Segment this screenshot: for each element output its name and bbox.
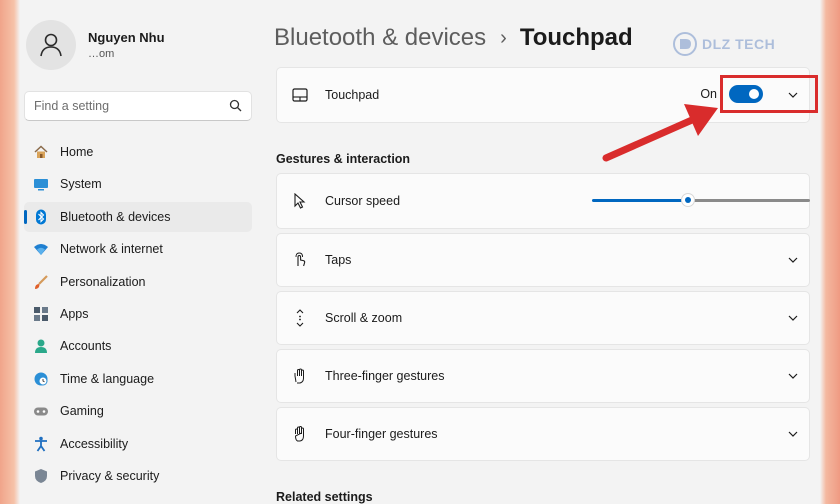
clock-globe-icon xyxy=(32,370,50,388)
search-icon[interactable] xyxy=(228,98,244,114)
avatar xyxy=(26,20,76,70)
sidebar-item-gaming[interactable]: Gaming xyxy=(24,396,252,426)
chevron-down-icon[interactable] xyxy=(787,370,799,382)
page-title: Touchpad xyxy=(519,24,633,51)
chevron-down-icon[interactable] xyxy=(787,428,799,440)
scroll-arrows-icon xyxy=(291,309,309,327)
wifi-icon xyxy=(32,240,50,258)
watermark-text: DLZ TECH xyxy=(702,36,776,52)
highlight-box xyxy=(720,75,818,113)
sidebar-nav: Home System Bluetooth & devices Network … xyxy=(24,137,252,493)
user-profile[interactable]: Nguyen Nhu …om xyxy=(26,20,165,70)
chevron-down-icon[interactable] xyxy=(787,254,799,266)
scroll-zoom-label: Scroll & zoom xyxy=(325,311,403,325)
brush-icon xyxy=(32,273,50,291)
sidebar-item-label: Accessibility xyxy=(60,436,129,451)
sidebar-item-privacy-security[interactable]: Privacy & security xyxy=(24,461,252,491)
apps-icon xyxy=(32,305,50,323)
search-box[interactable] xyxy=(24,91,252,121)
search-input[interactable] xyxy=(25,92,224,120)
person-icon xyxy=(40,33,62,57)
user-email: …om xyxy=(88,48,115,60)
sidebar-item-label: Gaming xyxy=(60,404,104,419)
account-icon xyxy=(32,337,50,355)
sidebar-item-label: Personalization xyxy=(60,274,146,289)
three-finger-label: Three-finger gestures xyxy=(325,369,445,383)
four-finger-card[interactable]: Four-finger gestures xyxy=(276,407,810,461)
user-name: Nguyen Nhu xyxy=(88,30,165,45)
section-title: Gestures & interaction xyxy=(276,152,411,166)
sidebar-item-label: Accounts xyxy=(60,339,112,354)
taps-card[interactable]: Taps xyxy=(276,233,810,287)
slider-track-fill xyxy=(592,199,688,202)
four-finger-hand-icon xyxy=(291,425,309,443)
cursor-icon xyxy=(291,192,309,210)
sidebar-item-home[interactable]: Home xyxy=(24,137,252,167)
sidebar-item-label: Privacy & security xyxy=(60,468,160,483)
scroll-zoom-card[interactable]: Scroll & zoom xyxy=(276,291,810,345)
breadcrumb: Bluetooth & devices › Touchpad xyxy=(274,24,633,52)
slider-thumb[interactable] xyxy=(681,193,695,207)
four-finger-label: Four-finger gestures xyxy=(325,427,438,441)
three-finger-hand-icon xyxy=(291,367,309,385)
sidebar-item-time-language[interactable]: Time & language xyxy=(24,364,252,394)
sidebar-item-network[interactable]: Network & internet xyxy=(24,234,252,264)
tap-icon xyxy=(291,251,309,269)
red-arrow-annotation xyxy=(602,104,718,162)
watermark-logo-icon xyxy=(673,32,697,56)
gamepad-icon xyxy=(32,402,50,420)
home-icon xyxy=(32,143,50,161)
chevron-down-icon[interactable] xyxy=(787,312,799,324)
taps-label: Taps xyxy=(325,253,352,267)
watermark-logo: DLZ TECH xyxy=(672,28,796,60)
sidebar-item-label: System xyxy=(60,177,102,192)
shield-icon xyxy=(32,467,50,485)
touchpad-label: Touchpad xyxy=(325,88,380,102)
breadcrumb-parent-link[interactable]: Bluetooth & devices xyxy=(274,24,486,52)
settings-window: Nguyen Nhu …om Home System B xyxy=(20,0,820,504)
slider-track xyxy=(688,199,810,202)
sidebar-item-label: Apps xyxy=(60,306,89,321)
sidebar-item-label: Bluetooth & devices xyxy=(60,209,171,224)
related-settings-title: Related settings xyxy=(276,490,373,504)
breadcrumb-separator: › xyxy=(500,26,507,49)
bluetooth-icon xyxy=(32,208,50,226)
sidebar-item-personalization[interactable]: Personalization xyxy=(24,267,252,297)
sidebar-item-accounts[interactable]: Accounts xyxy=(24,331,252,361)
sidebar-item-label: Time & language xyxy=(60,371,155,386)
sidebar-item-label: Network & internet xyxy=(60,242,163,257)
sidebar-item-accessibility[interactable]: Accessibility xyxy=(24,429,252,459)
sidebar-item-apps[interactable]: Apps xyxy=(24,299,252,329)
three-finger-card[interactable]: Three-finger gestures xyxy=(276,349,810,403)
touchpad-icon xyxy=(291,86,309,104)
cursor-speed-slider[interactable] xyxy=(592,193,810,207)
cursor-speed-label: Cursor speed xyxy=(325,194,401,208)
system-icon xyxy=(32,175,50,193)
sidebar-item-label: Home xyxy=(60,145,94,159)
accessibility-icon xyxy=(32,435,50,453)
sidebar-item-system[interactable]: System xyxy=(24,169,252,199)
sidebar-item-bluetooth-devices[interactable]: Bluetooth & devices xyxy=(24,201,252,232)
